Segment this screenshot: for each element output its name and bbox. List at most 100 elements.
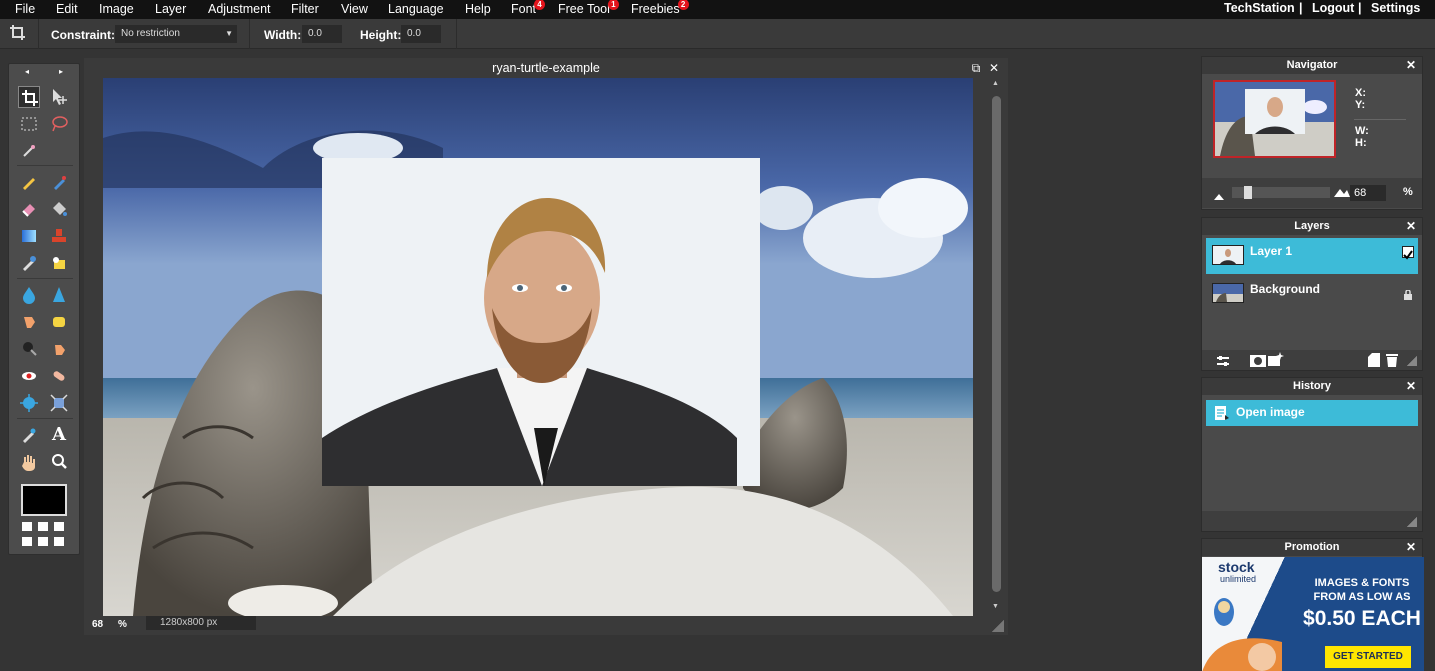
app-window: File Edit Image Layer Adjustment Filter … xyxy=(0,0,1435,671)
clone-stamp-icon[interactable] xyxy=(48,225,70,247)
options-divider xyxy=(456,19,457,49)
height-input[interactable]: 0.0 xyxy=(401,25,441,43)
zoom-slider[interactable] xyxy=(1232,186,1330,199)
layers-title-text: Layers xyxy=(1294,220,1330,232)
menu-font[interactable]: Font 4 xyxy=(511,0,546,16)
promotion-panel: Promotion ✕ stock unlimited IMAGES & FON… xyxy=(1201,538,1424,671)
paint-bucket-icon[interactable] xyxy=(48,198,70,220)
document-title: ryan-turtle-example xyxy=(492,61,600,75)
pencil-icon[interactable] xyxy=(18,171,40,193)
history-footer xyxy=(1202,511,1422,531)
zoom-icon[interactable] xyxy=(48,451,70,473)
menu-filter[interactable]: Filter xyxy=(291,2,319,16)
pinch-icon[interactable] xyxy=(48,392,70,414)
resize-handle-icon[interactable] xyxy=(1407,517,1417,527)
bloat-icon[interactable] xyxy=(18,392,40,414)
lasso-tool-icon[interactable] xyxy=(48,113,70,135)
close-icon[interactable]: ✕ xyxy=(1406,57,1416,74)
eraser-icon[interactable] xyxy=(18,198,40,220)
promotion-ad[interactable]: stock unlimited IMAGES & FONTS FROM AS L… xyxy=(1202,557,1424,671)
get-started-button[interactable]: GET STARTED xyxy=(1325,646,1411,668)
menu-free-tool-label: Free Tool xyxy=(558,2,610,16)
hand-icon[interactable] xyxy=(18,451,40,473)
menu-adjustment[interactable]: Adjustment xyxy=(208,2,271,16)
navigator-title-text: Navigator xyxy=(1286,59,1338,71)
text-tool-icon[interactable]: A xyxy=(48,424,70,446)
delete-layer-icon[interactable] xyxy=(1386,353,1398,372)
image-canvas[interactable] xyxy=(103,78,973,616)
menu-divider: | xyxy=(1299,1,1303,15)
draw-shape-icon[interactable] xyxy=(48,252,70,274)
move-tool-icon[interactable] xyxy=(48,86,70,108)
navigator-thumbnail[interactable] xyxy=(1213,80,1336,158)
color-picker-icon[interactable] xyxy=(18,424,40,446)
logout-link[interactable]: Logout xyxy=(1312,1,1354,15)
menu-view[interactable]: View xyxy=(341,2,368,16)
account-name-link[interactable]: TechStation xyxy=(1224,1,1295,15)
menu-free-tool[interactable]: Free Tool 1 xyxy=(558,0,619,16)
close-icon[interactable]: ✕ xyxy=(1406,539,1416,556)
grid-mode-icon[interactable] xyxy=(22,522,32,531)
gradient-icon[interactable] xyxy=(18,225,40,247)
layers-panel: Layers ✕ Layer 1 Background xyxy=(1201,217,1423,371)
dodge-hand-icon[interactable] xyxy=(48,338,70,360)
ad-brand: stock xyxy=(1218,559,1255,575)
width-input[interactable]: 0.0 xyxy=(302,25,342,43)
spot-heal-icon[interactable] xyxy=(48,365,70,387)
close-icon[interactable]: ✕ xyxy=(1406,378,1416,395)
zoom-out-icon[interactable] xyxy=(1214,187,1224,205)
close-document-icon[interactable]: ✕ xyxy=(987,60,1001,76)
smudge-finger-icon[interactable] xyxy=(18,311,40,333)
layer-mask-icon[interactable] xyxy=(1250,354,1266,372)
menu-layer[interactable]: Layer xyxy=(155,2,186,16)
layer-row-background[interactable]: Background xyxy=(1206,276,1418,312)
zoom-value[interactable]: 68 xyxy=(92,619,103,630)
crop-tool-icon[interactable] xyxy=(18,86,40,108)
vertical-scrollbar[interactable]: ▲ ▼ xyxy=(989,78,1006,616)
zoom-slider-knob[interactable] xyxy=(1244,186,1252,199)
layer-thumbnail xyxy=(1212,283,1244,303)
sponge-icon[interactable] xyxy=(48,311,70,333)
restore-window-icon[interactable]: ⧉ xyxy=(969,60,983,76)
close-icon[interactable]: ✕ xyxy=(1406,218,1416,235)
layer-effects-icon[interactable] xyxy=(1268,352,1284,371)
resize-handle-icon[interactable] xyxy=(992,620,1004,632)
grid-mode-icon[interactable] xyxy=(22,537,32,546)
layer-row-layer-1[interactable]: Layer 1 xyxy=(1206,238,1418,274)
scroll-up-icon[interactable]: ▲ xyxy=(992,80,999,87)
menu-language[interactable]: Language xyxy=(388,2,444,16)
toolbox-prev-button[interactable]: ◂ xyxy=(25,67,29,76)
blur-drop-icon[interactable] xyxy=(18,284,40,306)
sharpen-icon[interactable] xyxy=(48,284,70,306)
foreground-color-swatch[interactable] xyxy=(21,484,67,516)
layer-visibility-checkbox[interactable] xyxy=(1402,246,1414,260)
menu-freebies[interactable]: Freebies 2 xyxy=(631,0,689,16)
scroll-down-icon[interactable]: ▼ xyxy=(992,603,999,610)
burn-icon[interactable] xyxy=(18,338,40,360)
history-item[interactable]: Open image xyxy=(1206,400,1418,426)
scrollbar-thumb[interactable] xyxy=(992,96,1001,592)
settings-link[interactable]: Settings xyxy=(1371,1,1420,15)
toolbox-next-button[interactable]: ▸ xyxy=(59,67,63,76)
grid-mode-icon[interactable] xyxy=(54,522,64,531)
constraint-select[interactable]: No restriction ▼ xyxy=(115,25,237,43)
navigator-zoom-input[interactable]: 68 xyxy=(1350,185,1386,201)
brush-icon[interactable] xyxy=(48,171,70,193)
menu-edit[interactable]: Edit xyxy=(56,2,78,16)
menu-help[interactable]: Help xyxy=(465,2,491,16)
layer-thumbnail xyxy=(1212,245,1244,265)
resize-handle-icon[interactable] xyxy=(1407,356,1417,366)
ad-illustration xyxy=(1202,598,1282,671)
new-layer-icon[interactable] xyxy=(1368,353,1380,372)
layer-settings-icon[interactable] xyxy=(1216,354,1230,372)
marquee-select-icon[interactable] xyxy=(18,113,40,135)
grid-mode-icon[interactable] xyxy=(54,537,64,546)
zoom-in-icon[interactable] xyxy=(1334,184,1350,202)
magic-wand-icon[interactable] xyxy=(18,140,40,162)
menu-file[interactable]: File xyxy=(15,2,35,16)
color-replace-icon[interactable] xyxy=(18,252,40,274)
red-eye-icon[interactable] xyxy=(18,365,40,387)
grid-mode-icon[interactable] xyxy=(38,522,48,531)
menu-image[interactable]: Image xyxy=(99,2,134,16)
grid-mode-icon[interactable] xyxy=(38,537,48,546)
